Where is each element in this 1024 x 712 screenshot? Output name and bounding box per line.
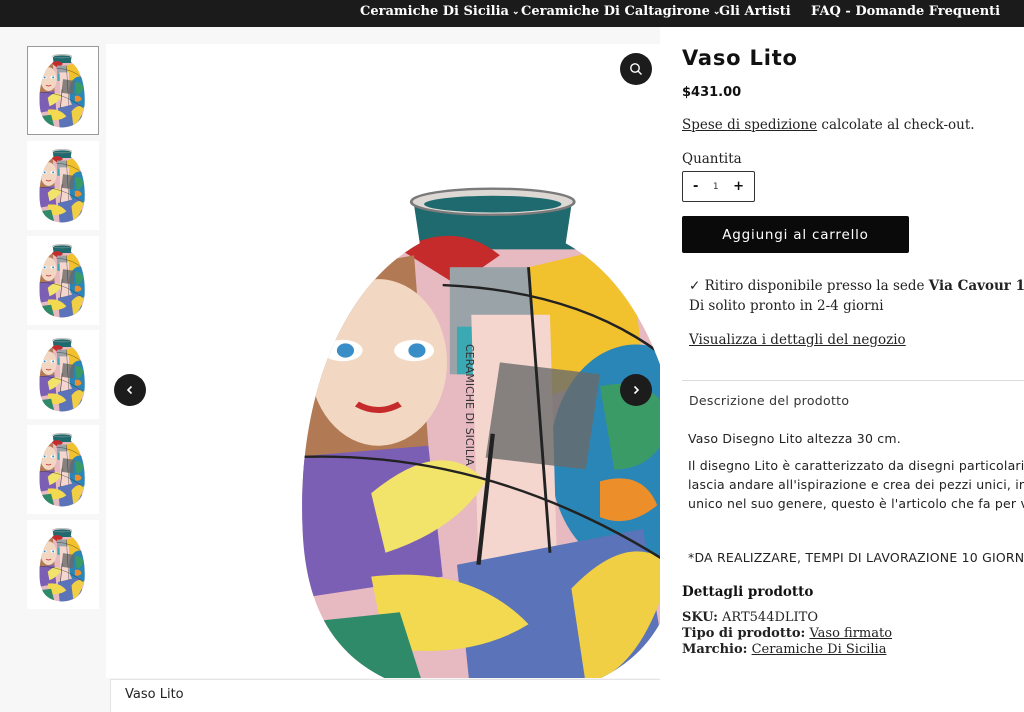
pickup-availability: ✓ Ritiro disponibile presso la sede Via … — [689, 278, 1024, 294]
sku-value: ART544DLITO — [722, 610, 818, 625]
gallery-thumbnail[interactable] — [27, 46, 99, 135]
vase-thumbnail-image — [33, 242, 93, 320]
nav-item-ceramiche-di-caltagirone[interactable]: Ceramiche Di Caltagirone ⌄ — [521, 4, 720, 19]
nav-item-label: Ceramiche Di Caltagirone — [521, 4, 710, 19]
gallery-thumbnail[interactable] — [27, 141, 99, 230]
pickup-time: Di solito pronto in 2-4 giorni — [689, 298, 884, 314]
vase-thumbnail-image — [33, 526, 93, 604]
chevron-down-icon: ⌄ — [511, 7, 520, 17]
vase-image: CERAMICHE DI SICILIA — [106, 44, 660, 678]
description-line: lascia andare all'ispirazione e crea dei… — [688, 477, 1024, 492]
nav-item-label: Ceramiche Di Sicilia — [360, 4, 509, 19]
nav-item-gli-artisti[interactable]: Gli Artisti — [719, 4, 791, 19]
pickup-location: Via Cavour 111 — [928, 278, 1024, 294]
store-details-link[interactable]: Visualizza i dettagli del negozio — [689, 332, 906, 348]
checkmark-icon: ✓ — [689, 278, 701, 294]
increase-quantity-button[interactable]: + — [733, 179, 744, 194]
vase-thumbnail-image — [33, 336, 93, 414]
vase-thumbnail-image — [33, 431, 93, 509]
shipping-text: calcolate al check-out. — [817, 117, 975, 133]
gallery-thumbnail[interactable] — [27, 425, 99, 514]
product-type-label: Tipo di prodotto: — [682, 626, 806, 641]
nav-item-label: Gli Artisti — [719, 4, 791, 19]
previous-image-button[interactable] — [114, 374, 146, 406]
chevron-right-icon — [633, 385, 640, 395]
product-details-heading: Dettagli prodotto — [682, 584, 814, 600]
zoom-button[interactable] — [620, 53, 652, 85]
add-to-cart-button[interactable]: Aggiungi al carrello — [682, 216, 909, 253]
nav-item-ceramiche-di-sicilia[interactable]: Ceramiche Di Sicilia ⌄ — [360, 4, 520, 19]
shipping-note: Spese di spedizione calcolate al check-o… — [682, 117, 975, 133]
vase-signature-text: CERAMICHE DI SICILIA — [463, 344, 476, 466]
sku-label: SKU: — [682, 610, 718, 625]
gallery-thumbnail[interactable] — [27, 520, 99, 609]
gallery-thumbnail[interactable] — [27, 330, 99, 419]
vase-thumbnail-image — [33, 52, 93, 130]
product-type-link[interactable]: Vaso firmato — [809, 626, 892, 641]
vase-thumbnail-image — [33, 147, 93, 225]
main-product-image[interactable]: CERAMICHE DI SICILIA — [106, 44, 660, 678]
quantity-label: Quantita — [682, 151, 742, 167]
quantity-stepper: - 1 + — [682, 171, 755, 202]
divider — [682, 380, 1024, 381]
nav-item-faq[interactable]: FAQ - Domande Frequenti — [811, 4, 1000, 19]
sku-row: SKU: ART544DLITO — [682, 610, 818, 625]
brand-row: Marchio: Ceramiche Di Sicilia — [682, 642, 886, 657]
magnifier-icon — [630, 63, 642, 75]
pickup-text: Ritiro disponibile presso la sede — [704, 278, 929, 294]
gallery-thumbnail[interactable] — [27, 236, 99, 325]
decrease-quantity-button[interactable]: - — [693, 179, 698, 194]
quantity-input[interactable]: 1 — [713, 182, 719, 192]
description-line: unico nel suo genere, questo è l'articol… — [688, 496, 1024, 511]
description-tab[interactable]: Descrizione del prodotto — [689, 393, 849, 408]
shipping-link[interactable]: Spese di spedizione — [682, 117, 817, 133]
brand-label: Marchio: — [682, 642, 748, 657]
top-navigation-bar: Ceramiche Di Sicilia ⌄ Ceramiche Di Calta… — [0, 0, 1024, 27]
description-line: Vaso Disegno Lito altezza 30 cm. — [688, 431, 901, 446]
description-line: *DA REALIZZARE, TEMPI DI LAVORAZIONE 10 … — [688, 550, 1024, 565]
chevron-left-icon — [126, 385, 133, 395]
product-price: $431.00 — [682, 85, 742, 100]
product-type-row: Tipo di prodotto: Vaso firmato — [682, 626, 892, 641]
next-image-button[interactable] — [620, 374, 652, 406]
image-caption: Vaso Lito — [110, 679, 660, 712]
brand-link[interactable]: Ceramiche Di Sicilia — [752, 642, 887, 657]
product-title: Vaso Lito — [682, 46, 798, 70]
nav-item-label: FAQ - Domande Frequenti — [811, 4, 1001, 19]
description-line: Il disegno Lito è caratterizzato da dise… — [688, 458, 1024, 473]
